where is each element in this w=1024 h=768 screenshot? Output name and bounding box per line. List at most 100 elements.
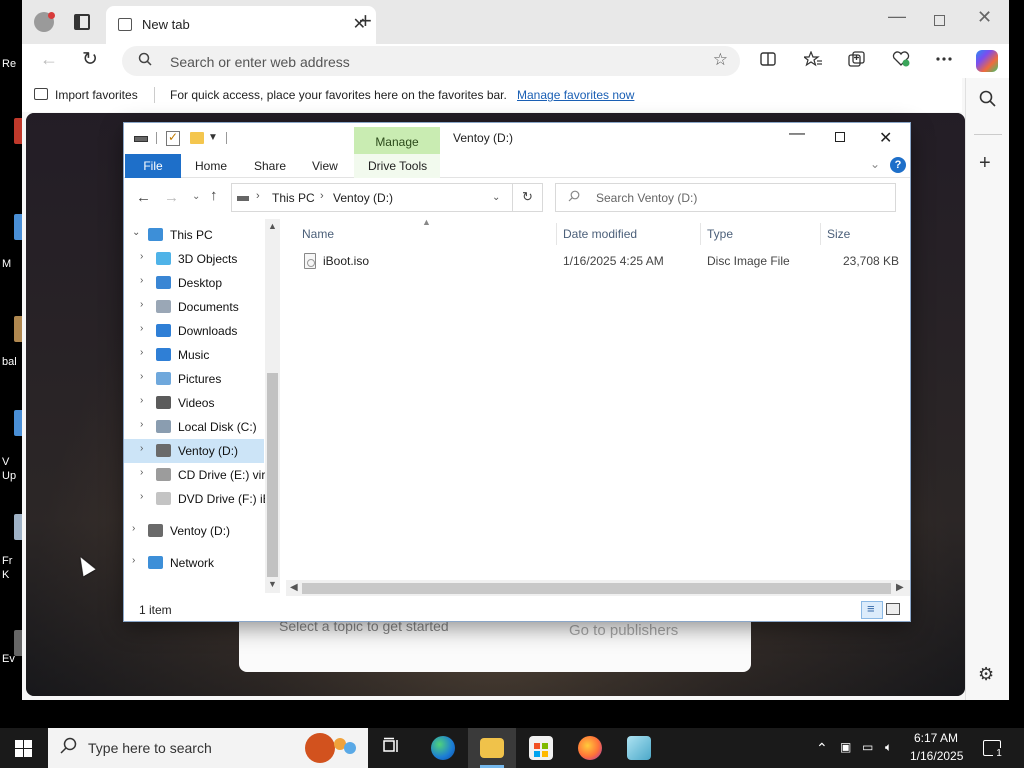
chevron-down-icon[interactable]: ⌄ <box>132 227 140 238</box>
nav-item[interactable]: › Network <box>124 551 264 575</box>
nav-item[interactable]: ⌄ This PC <box>124 223 264 247</box>
refresh-icon[interactable]: ↻ <box>82 48 98 71</box>
customize-quick-access-icon[interactable]: ▼ <box>208 132 218 143</box>
breadcrumb-ventoy[interactable]: Ventoy (D:) <box>333 191 393 205</box>
breadcrumb[interactable]: › This PC › Ventoy (D:) ⌄ ↻ <box>231 183 543 212</box>
browser-essentials-icon[interactable] <box>892 51 910 72</box>
close-window-button[interactable]: ✕ <box>977 7 992 28</box>
meet-now-icon[interactable]: ▣ <box>840 740 851 754</box>
close-button[interactable]: ✕ <box>879 128 892 148</box>
show-hidden-icons-icon[interactable]: ⌃ <box>816 740 828 757</box>
import-favorites-icon[interactable] <box>34 88 48 100</box>
tab-share[interactable]: Share <box>254 159 286 173</box>
new-folder-icon[interactable] <box>190 132 204 144</box>
nav-item[interactable]: › CD Drive (E:) virt <box>124 463 269 487</box>
task-view-icon[interactable] <box>382 737 400 760</box>
minimize-button[interactable]: — <box>888 6 906 27</box>
nav-item[interactable]: › Desktop <box>124 271 264 295</box>
column-type[interactable]: Type <box>707 227 733 241</box>
nav-item[interactable]: › Downloads <box>124 319 264 343</box>
chevron-right-icon[interactable]: › <box>140 443 143 454</box>
chevron-right-icon[interactable]: › <box>140 467 143 478</box>
chevron-right-icon[interactable]: › <box>140 299 143 310</box>
more-icon[interactable] <box>936 51 952 72</box>
recent-locations-icon[interactable]: ⌄ <box>192 191 200 202</box>
details-view-button[interactable] <box>861 601 883 619</box>
scrollbar-thumb[interactable] <box>302 583 891 594</box>
expand-ribbon-icon[interactable]: ⌄ <box>870 157 880 171</box>
large-icons-view-button[interactable] <box>886 603 900 615</box>
chevron-right-icon[interactable]: › <box>140 251 143 262</box>
help-icon[interactable]: ? <box>890 157 906 173</box>
nav-item[interactable]: › DVD Drive (F:) iB <box>124 487 271 511</box>
tab-file[interactable]: File <box>125 154 181 178</box>
nav-item[interactable]: › Ventoy (D:) <box>124 519 264 543</box>
chevron-right-icon[interactable]: › <box>140 275 143 286</box>
tab-drive-tools[interactable]: Drive Tools <box>368 159 427 173</box>
sidebar-search-icon[interactable] <box>979 90 996 112</box>
collections-icon[interactable] <box>848 51 865 72</box>
favorites-icon[interactable] <box>802 50 822 72</box>
network-icon[interactable]: ▭ <box>862 740 873 754</box>
scroll-left-icon[interactable]: ◀ <box>290 582 298 593</box>
clock-time[interactable]: 6:17 AM <box>914 731 958 745</box>
scrollbar-thumb[interactable] <box>267 373 278 577</box>
taskbar-search[interactable]: Type here to search <box>48 728 368 768</box>
nav-item[interactable]: › Videos <box>124 391 264 415</box>
tab-home[interactable]: Home <box>195 159 227 173</box>
scroll-up-icon[interactable]: ▲ <box>268 221 277 231</box>
search-input[interactable]: Search Ventoy (D:) <box>555 183 896 212</box>
copilot-icon[interactable] <box>976 50 998 72</box>
start-button[interactable] <box>15 740 32 757</box>
chevron-right-icon[interactable]: › <box>140 419 143 430</box>
sidebar-add-icon[interactable]: + <box>979 152 991 175</box>
chevron-right-icon[interactable]: › <box>140 347 143 358</box>
firefox-icon[interactable] <box>578 736 602 760</box>
nav-item[interactable]: › Pictures <box>124 367 264 391</box>
tab-new-tab[interactable]: New tab ✕ <box>106 6 376 44</box>
chevron-right-icon[interactable]: › <box>140 395 143 406</box>
navigation-scrollbar[interactable]: ▲ ▼ <box>265 219 280 593</box>
up-icon[interactable]: ↑ <box>210 187 218 204</box>
chevron-down-icon[interactable]: ⌄ <box>492 192 500 203</box>
table-row[interactable]: iBoot.iso 1/16/2025 4:25 AM Disc Image F… <box>300 249 900 273</box>
nav-item[interactable]: › Music <box>124 343 264 367</box>
add-favorite-icon[interactable]: ☆ <box>713 50 728 70</box>
maximize-button[interactable] <box>835 132 845 142</box>
breadcrumb-this-pc[interactable]: This PC <box>272 191 315 205</box>
column-name[interactable]: Name <box>302 227 334 241</box>
volume-icon[interactable]: 🔈︎ <box>885 740 892 755</box>
new-tab-button[interactable]: + <box>359 8 372 34</box>
notepad-icon[interactable] <box>627 736 651 760</box>
properties-icon[interactable] <box>166 130 180 146</box>
column-date-modified[interactable]: Date modified <box>563 227 637 241</box>
nav-item[interactable]: › Documents <box>124 295 264 319</box>
back-icon[interactable]: ← <box>40 49 58 70</box>
nav-item[interactable]: › Ventoy (D:) <box>124 439 264 463</box>
chevron-right-icon[interactable]: › <box>320 190 324 202</box>
nav-item[interactable]: › Local Disk (C:) <box>124 415 264 439</box>
desktop-label[interactable]: Up <box>2 470 16 482</box>
desktop-label[interactable]: Re <box>2 58 16 70</box>
forward-icon[interactable]: → <box>164 189 179 206</box>
chevron-right-icon[interactable]: › <box>140 491 143 502</box>
desktop-label[interactable]: M <box>2 258 11 270</box>
horizontal-scrollbar[interactable]: ◀ ▶ <box>286 580 910 596</box>
split-screen-icon[interactable] <box>760 51 776 72</box>
chevron-right-icon[interactable]: › <box>140 323 143 334</box>
address-placeholder[interactable]: Search or enter web address <box>170 54 350 70</box>
tab-manage[interactable]: Manage <box>354 127 440 154</box>
clock-date[interactable]: 1/16/2025 <box>910 749 963 763</box>
refresh-icon[interactable]: ↻ <box>522 189 533 205</box>
manage-favorites-link[interactable]: Manage favorites now <box>517 88 634 102</box>
file-explorer-icon[interactable] <box>480 738 504 758</box>
tab-actions-icon[interactable] <box>74 14 90 30</box>
file-name[interactable]: iBoot.iso <box>323 254 369 268</box>
maximize-button[interactable] <box>934 15 945 26</box>
nav-item[interactable]: › 3D Objects <box>124 247 264 271</box>
address-bar[interactable]: Search or enter web address ☆ <box>122 46 740 76</box>
desktop-label[interactable]: Fr <box>2 555 12 567</box>
scroll-right-icon[interactable]: ▶ <box>896 582 904 593</box>
store-icon[interactable] <box>529 736 553 760</box>
chevron-right-icon[interactable]: › <box>132 555 135 566</box>
